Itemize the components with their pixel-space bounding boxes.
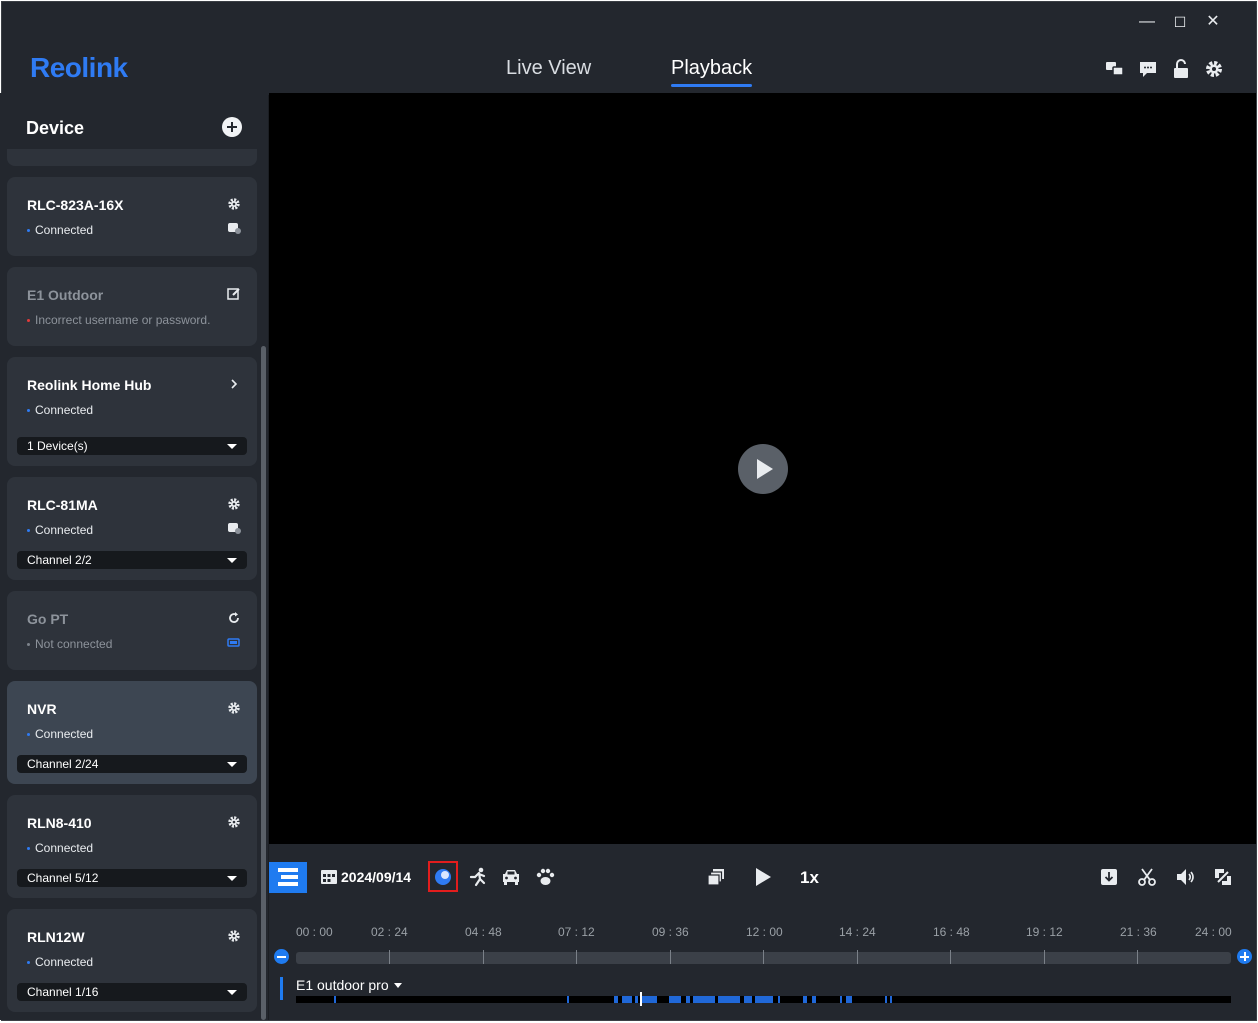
- device-status: Incorrect username or password.: [35, 313, 211, 327]
- add-device-icon[interactable]: [222, 117, 242, 137]
- channel-select[interactable]: Channel 2/2: [17, 551, 247, 569]
- minimize-icon[interactable]: —: [1137, 12, 1157, 32]
- play-icon[interactable]: [752, 866, 774, 888]
- device-card-go-pt[interactable]: Go PT Not connected: [7, 591, 257, 670]
- tab-playback[interactable]: Playback: [671, 56, 752, 80]
- chevron-down-icon: [227, 444, 237, 449]
- timeline-hour-label: 09 : 36: [652, 925, 689, 939]
- device-status: Connected: [35, 223, 94, 237]
- device-card-rln8-410[interactable]: RLN8-410 Connected Channel 5/12: [7, 795, 257, 898]
- device-name: Reolink Home Hub: [27, 377, 152, 393]
- battery-camera-icon: [228, 523, 241, 534]
- message-icon[interactable]: [1137, 58, 1159, 80]
- device-status: Connected: [35, 523, 94, 537]
- reolink-logo: Reolink: [30, 52, 128, 83]
- download-icon[interactable]: [1098, 866, 1120, 888]
- channel-select[interactable]: Channel 2/24: [17, 755, 247, 773]
- device-status: Not connected: [35, 637, 113, 651]
- fullscreen-icon[interactable]: [1212, 866, 1234, 888]
- sidebar-title: Device: [26, 118, 85, 138]
- zoom-out-icon[interactable]: [274, 949, 289, 964]
- timeline-hour-label: 07 : 12: [558, 925, 595, 939]
- timeline-hour-label: 24 : 00: [1195, 925, 1232, 939]
- maximize-icon[interactable]: ☐: [1170, 12, 1190, 32]
- timeline-hour-label: 19 : 12: [1026, 925, 1063, 939]
- edit-icon[interactable]: [227, 287, 241, 301]
- calendar-icon[interactable]: [320, 867, 338, 885]
- device-name: Go PT: [27, 611, 69, 627]
- refresh-icon[interactable]: [227, 611, 241, 625]
- close-icon[interactable]: ✕: [1203, 12, 1223, 32]
- device-status: Connected: [35, 727, 94, 741]
- chevron-right-icon[interactable]: [227, 377, 241, 391]
- timeline-hour-label: 00 : 00: [296, 925, 333, 939]
- chevron-down-icon: [227, 876, 237, 881]
- timeline-icon[interactable]: [269, 862, 307, 893]
- recording-track[interactable]: [296, 996, 1231, 1003]
- channel-indicator: [280, 977, 283, 1000]
- gear-icon[interactable]: [227, 701, 241, 715]
- channel-select[interactable]: Channel 5/12: [17, 869, 247, 887]
- channel-select[interactable]: Channel 1/16: [17, 983, 247, 1001]
- scissors-icon[interactable]: [1136, 866, 1158, 888]
- device-card-e1-outdoor[interactable]: E1 Outdoor Incorrect username or passwor…: [7, 267, 257, 346]
- timeline-hour-label: 16 : 48: [933, 925, 970, 939]
- pet-icon[interactable]: [534, 866, 556, 888]
- device-name: RLN8-410: [27, 815, 92, 831]
- sidebar-scrollbar[interactable]: [261, 346, 266, 1020]
- translate-icon[interactable]: [1104, 58, 1126, 80]
- ai-filter-highlight: [428, 861, 458, 892]
- chevron-down-icon: [227, 762, 237, 767]
- timeline-hour-label: 21 : 36: [1120, 925, 1157, 939]
- device-name: RLC-81MA: [27, 497, 98, 513]
- timeline-hour-label: 02 : 24: [371, 925, 408, 939]
- settings-icon[interactable]: [1203, 58, 1225, 80]
- device-card-reolink-home-hub[interactable]: Reolink Home Hub Connected 1 Device(s): [7, 357, 257, 466]
- date-picker[interactable]: 2024/09/14: [341, 869, 411, 885]
- device-card-nvr[interactable]: NVR Connected Channel 2/24: [7, 681, 257, 784]
- device-status: Connected: [35, 955, 94, 969]
- device-card-partial[interactable]: [7, 149, 257, 166]
- device-status: Connected: [35, 841, 94, 855]
- device-name: E1 Outdoor: [27, 287, 104, 303]
- multi-window-icon[interactable]: [705, 866, 727, 888]
- device-card-rln12w[interactable]: RLN12W Connected Channel 1/16: [7, 909, 257, 1012]
- channel-dropdown[interactable]: E1 outdoor pro: [296, 977, 389, 993]
- device-card-rlc-81ma[interactable]: RLC-81MA Connected Channel 2/2: [7, 477, 257, 580]
- device-card-rlc-823a-16x[interactable]: RLC-823A-16X Connected: [7, 177, 257, 256]
- timeline-hour-label: 12 : 00: [746, 925, 783, 939]
- chevron-down-icon: [227, 558, 237, 563]
- device-name: RLN12W: [27, 929, 85, 945]
- header-bar: [2, 2, 1256, 95]
- playhead[interactable]: [640, 992, 642, 1006]
- vehicle-icon[interactable]: [500, 866, 522, 888]
- gear-icon[interactable]: [227, 497, 241, 511]
- tab-live-view[interactable]: Live View: [506, 56, 591, 80]
- person-icon[interactable]: [467, 866, 489, 888]
- gear-icon[interactable]: [227, 929, 241, 943]
- device-name: NVR: [27, 701, 57, 717]
- timeline-hour-label: 14 : 24: [839, 925, 876, 939]
- unlock-icon[interactable]: [1170, 58, 1192, 80]
- chevron-down-icon: [227, 990, 237, 995]
- timeline-hour-label: 04 : 48: [465, 925, 502, 939]
- volume-icon[interactable]: [1174, 866, 1196, 888]
- gear-icon[interactable]: [227, 197, 241, 211]
- device-status: Connected: [35, 403, 94, 417]
- speed-control[interactable]: 1x: [800, 868, 819, 888]
- device-select[interactable]: 1 Device(s): [17, 437, 247, 455]
- chevron-down-icon[interactable]: [394, 983, 402, 988]
- device-name: RLC-823A-16X: [27, 197, 124, 213]
- battery-camera-icon: [228, 223, 241, 234]
- play-icon[interactable]: [738, 444, 788, 494]
- gear-icon[interactable]: [227, 815, 241, 829]
- active-tab-indicator: [671, 84, 752, 87]
- zoom-in-icon[interactable]: [1237, 949, 1252, 964]
- battery-icon: [227, 638, 240, 647]
